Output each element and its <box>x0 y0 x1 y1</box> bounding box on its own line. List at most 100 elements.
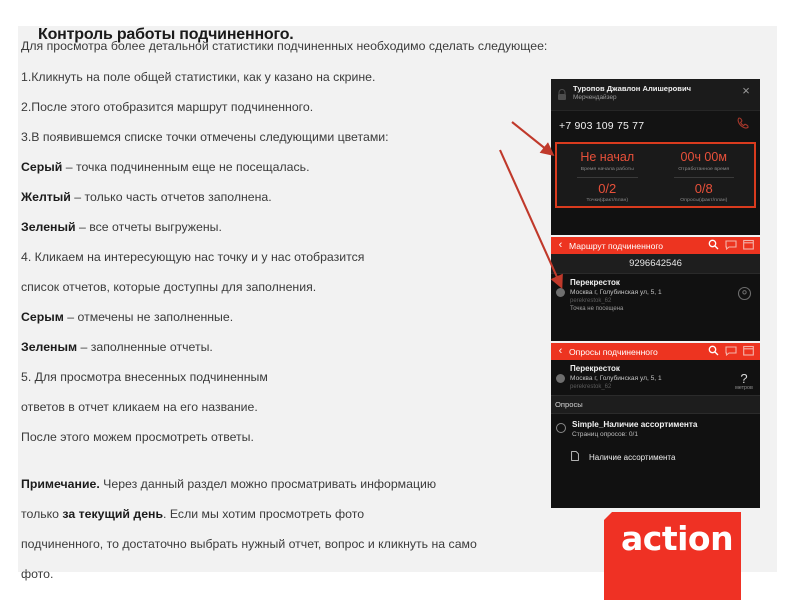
step-5-line-2: ответов в отчет кликаем на его название. <box>21 400 258 414</box>
close-icon[interactable]: × <box>738 84 754 98</box>
legend2-gray: Серым – отмечены не заполненные. <box>21 310 581 324</box>
route-point-info: Перекресток Москва г, Голубинская ул, 5,… <box>565 278 733 314</box>
legend-gray: Серый – точка подчиненным еще не посещал… <box>21 160 581 174</box>
stat-points-value: 0/2 <box>598 181 617 196</box>
intro-paragraph: Для просмотра более детальной статистики… <box>21 39 548 53</box>
polls-point-info: Перекресток Москва г, Голубинская ул, 5,… <box>565 364 733 391</box>
back-icon[interactable]: ‹ <box>555 346 566 357</box>
stat-worked-time-value: 00ч 00м <box>680 150 727 164</box>
distance-value: ? <box>740 371 748 386</box>
point-code: perekrestok_62 <box>570 298 612 304</box>
legend-green-text: – все отчеты выгружены. <box>75 220 222 234</box>
poll-pages: Страниц опросов: 0/1 <box>572 431 638 438</box>
legend-gray-term: Серый <box>21 160 63 174</box>
calendar-icon[interactable] <box>743 237 754 255</box>
point-name: Перекресток <box>570 278 620 287</box>
search-icon[interactable] <box>708 343 719 361</box>
poll-sub-row[interactable]: Наличие ассортимента <box>551 442 760 472</box>
status-dot-gray <box>556 288 565 297</box>
poll-name: Simple_Наличие ассортимента <box>572 420 698 429</box>
poll-row[interactable]: Simple_Наличие ассортимента Страниц опро… <box>551 414 760 442</box>
point-name: Перекресток <box>570 364 620 373</box>
distance-label: метров <box>735 385 753 391</box>
point-address: Москва г, Голубинская ул, 5, 1 <box>570 375 662 382</box>
stat-worked-time: 00ч 00м Отработанное время <box>656 150 753 173</box>
step-1: 1.Кликнуть на поле общей статистики, как… <box>21 70 376 84</box>
route-point-row[interactable]: Перекресток Москва г, Голубинская ул, 5,… <box>551 274 760 318</box>
radio-icon[interactable] <box>556 423 566 433</box>
step-4-line-1: 4. Кликаем на интересующую нас точку и у… <box>21 250 365 264</box>
chat-icon[interactable] <box>725 237 737 255</box>
note-line-1-text: Через данный раздел можно просматривать … <box>99 477 437 491</box>
distance-readout: ? метров <box>733 364 755 391</box>
legend-green-term: Зеленый <box>21 220 76 234</box>
legend-yellow-text: – только часть отчетов заполнена. <box>70 190 272 204</box>
map-pin-icon[interactable] <box>733 278 755 306</box>
employee-name: Туропов Джавлон Алишерович <box>573 84 692 93</box>
note-line-3: подчиненного, то достаточно выбрать нужн… <box>21 537 477 551</box>
legend2-green-term: Зеленым <box>21 340 78 354</box>
status-dot-gray <box>556 374 565 383</box>
legend-gray-text: – точка подчиненным еще не посещалась. <box>62 160 310 174</box>
route-bar-icons <box>708 237 756 255</box>
chat-icon[interactable] <box>725 343 737 361</box>
step-5-line-3: После этого можем просмотреть ответы. <box>21 430 254 444</box>
profile-header: Туропов Джавлон Алишерович Мерчендайзер … <box>551 79 760 110</box>
search-icon[interactable] <box>708 237 719 255</box>
phone-number-row[interactable]: +7 903 109 75 77 <box>551 110 760 140</box>
action-logo: action <box>604 512 741 600</box>
stat-start-time-label: Время начала работы <box>580 166 634 172</box>
stat-points: 0/2 Точки(факт/план) <box>559 181 656 204</box>
call-icon[interactable] <box>736 116 752 136</box>
stat-polls-value: 0/8 <box>694 181 713 196</box>
legend2-green: Зеленым – заполненные отчеты. <box>21 340 581 354</box>
legend-yellow: Желтый – только часть отчетов заполнена. <box>21 190 581 204</box>
profile-names: Туропов Джавлон Алишерович Мерчендайзер <box>569 84 738 102</box>
legend2-green-text: – заполненные отчеты. <box>77 340 213 354</box>
legend-green: Зеленый – все отчеты выгружены. <box>21 220 581 234</box>
phone-screenshot-route: ‹ Маршрут подчиненного 9296642546 Перекр… <box>551 237 760 341</box>
divider-left <box>559 173 656 181</box>
stat-polls-label: Опросы(факт/план) <box>680 197 728 203</box>
polls-app-bar: ‹ Опросы подчиненного <box>551 343 760 360</box>
polls-title: Опросы подчиненного <box>569 346 658 357</box>
route-title: Маршрут подчиненного <box>569 240 664 251</box>
note-line-2-post: . Если мы хотим просмотреть фото <box>163 507 365 521</box>
stat-worked-time-label: Отработанное время <box>678 166 730 172</box>
note-line-2-bold: за текущий день <box>62 507 164 521</box>
step-2: 2.После этого отобразится маршрут подчин… <box>21 100 314 114</box>
route-number: 9296642546 <box>551 254 760 274</box>
stat-start-time: Не начал Время начала работы <box>559 150 656 173</box>
calendar-icon[interactable] <box>743 343 754 361</box>
polls-bar-icons <box>708 343 756 361</box>
legend2-gray-term: Серым <box>21 310 64 324</box>
stat-polls: 0/8 Опросы(факт/план) <box>656 181 753 204</box>
poll-sub-name: Наличие ассортимента <box>589 452 676 462</box>
phone-screenshot-profile: Туропов Джавлон Алишерович Мерчендайзер … <box>551 79 760 235</box>
route-app-bar: ‹ Маршрут подчиненного <box>551 237 760 254</box>
phone-number: +7 903 109 75 77 <box>559 120 645 132</box>
statistics-card[interactable]: Не начал Время начала работы 00ч 00м Отр… <box>555 142 756 208</box>
note-label: Примечание. <box>21 477 100 491</box>
employee-role: Мерчендайзер <box>573 94 617 101</box>
stat-start-time-value: Не начал <box>580 150 635 164</box>
phone-screenshot-polls: ‹ Опросы подчиненного Перекресток Москва… <box>551 343 760 508</box>
instructions-body: Для просмотра более детальной статистики… <box>21 39 581 581</box>
step-3: 3.В появившемся списке точки отмечены сл… <box>21 130 389 144</box>
note-line-2: только за текущий день. Если мы хотим пр… <box>21 507 581 521</box>
statistics-dividers <box>559 173 752 181</box>
polls-point-row[interactable]: Перекресток Москва г, Голубинская ул, 5,… <box>551 360 760 395</box>
point-status: Точка не посещена <box>570 306 624 312</box>
note-line-2-pre: только <box>21 507 63 521</box>
poll-info: Simple_Наличие ассортимента Страниц опро… <box>566 419 755 439</box>
divider-right <box>656 173 753 181</box>
document-icon <box>571 448 581 466</box>
note-line-1: Примечание. Через данный раздел можно пр… <box>21 477 581 491</box>
polls-section-label: Опросы <box>551 395 760 414</box>
statistics-row-bottom: 0/2 Точки(факт/план) 0/8 Опросы(факт/пла… <box>559 181 752 204</box>
step-5-line-1: 5. Для просмотра внесенных подчиненным <box>21 370 268 384</box>
point-code: perekrestok_62 <box>570 384 612 390</box>
legend-yellow-term: Желтый <box>21 190 71 204</box>
action-logo-text: action <box>621 519 734 558</box>
back-icon[interactable]: ‹ <box>555 240 566 251</box>
